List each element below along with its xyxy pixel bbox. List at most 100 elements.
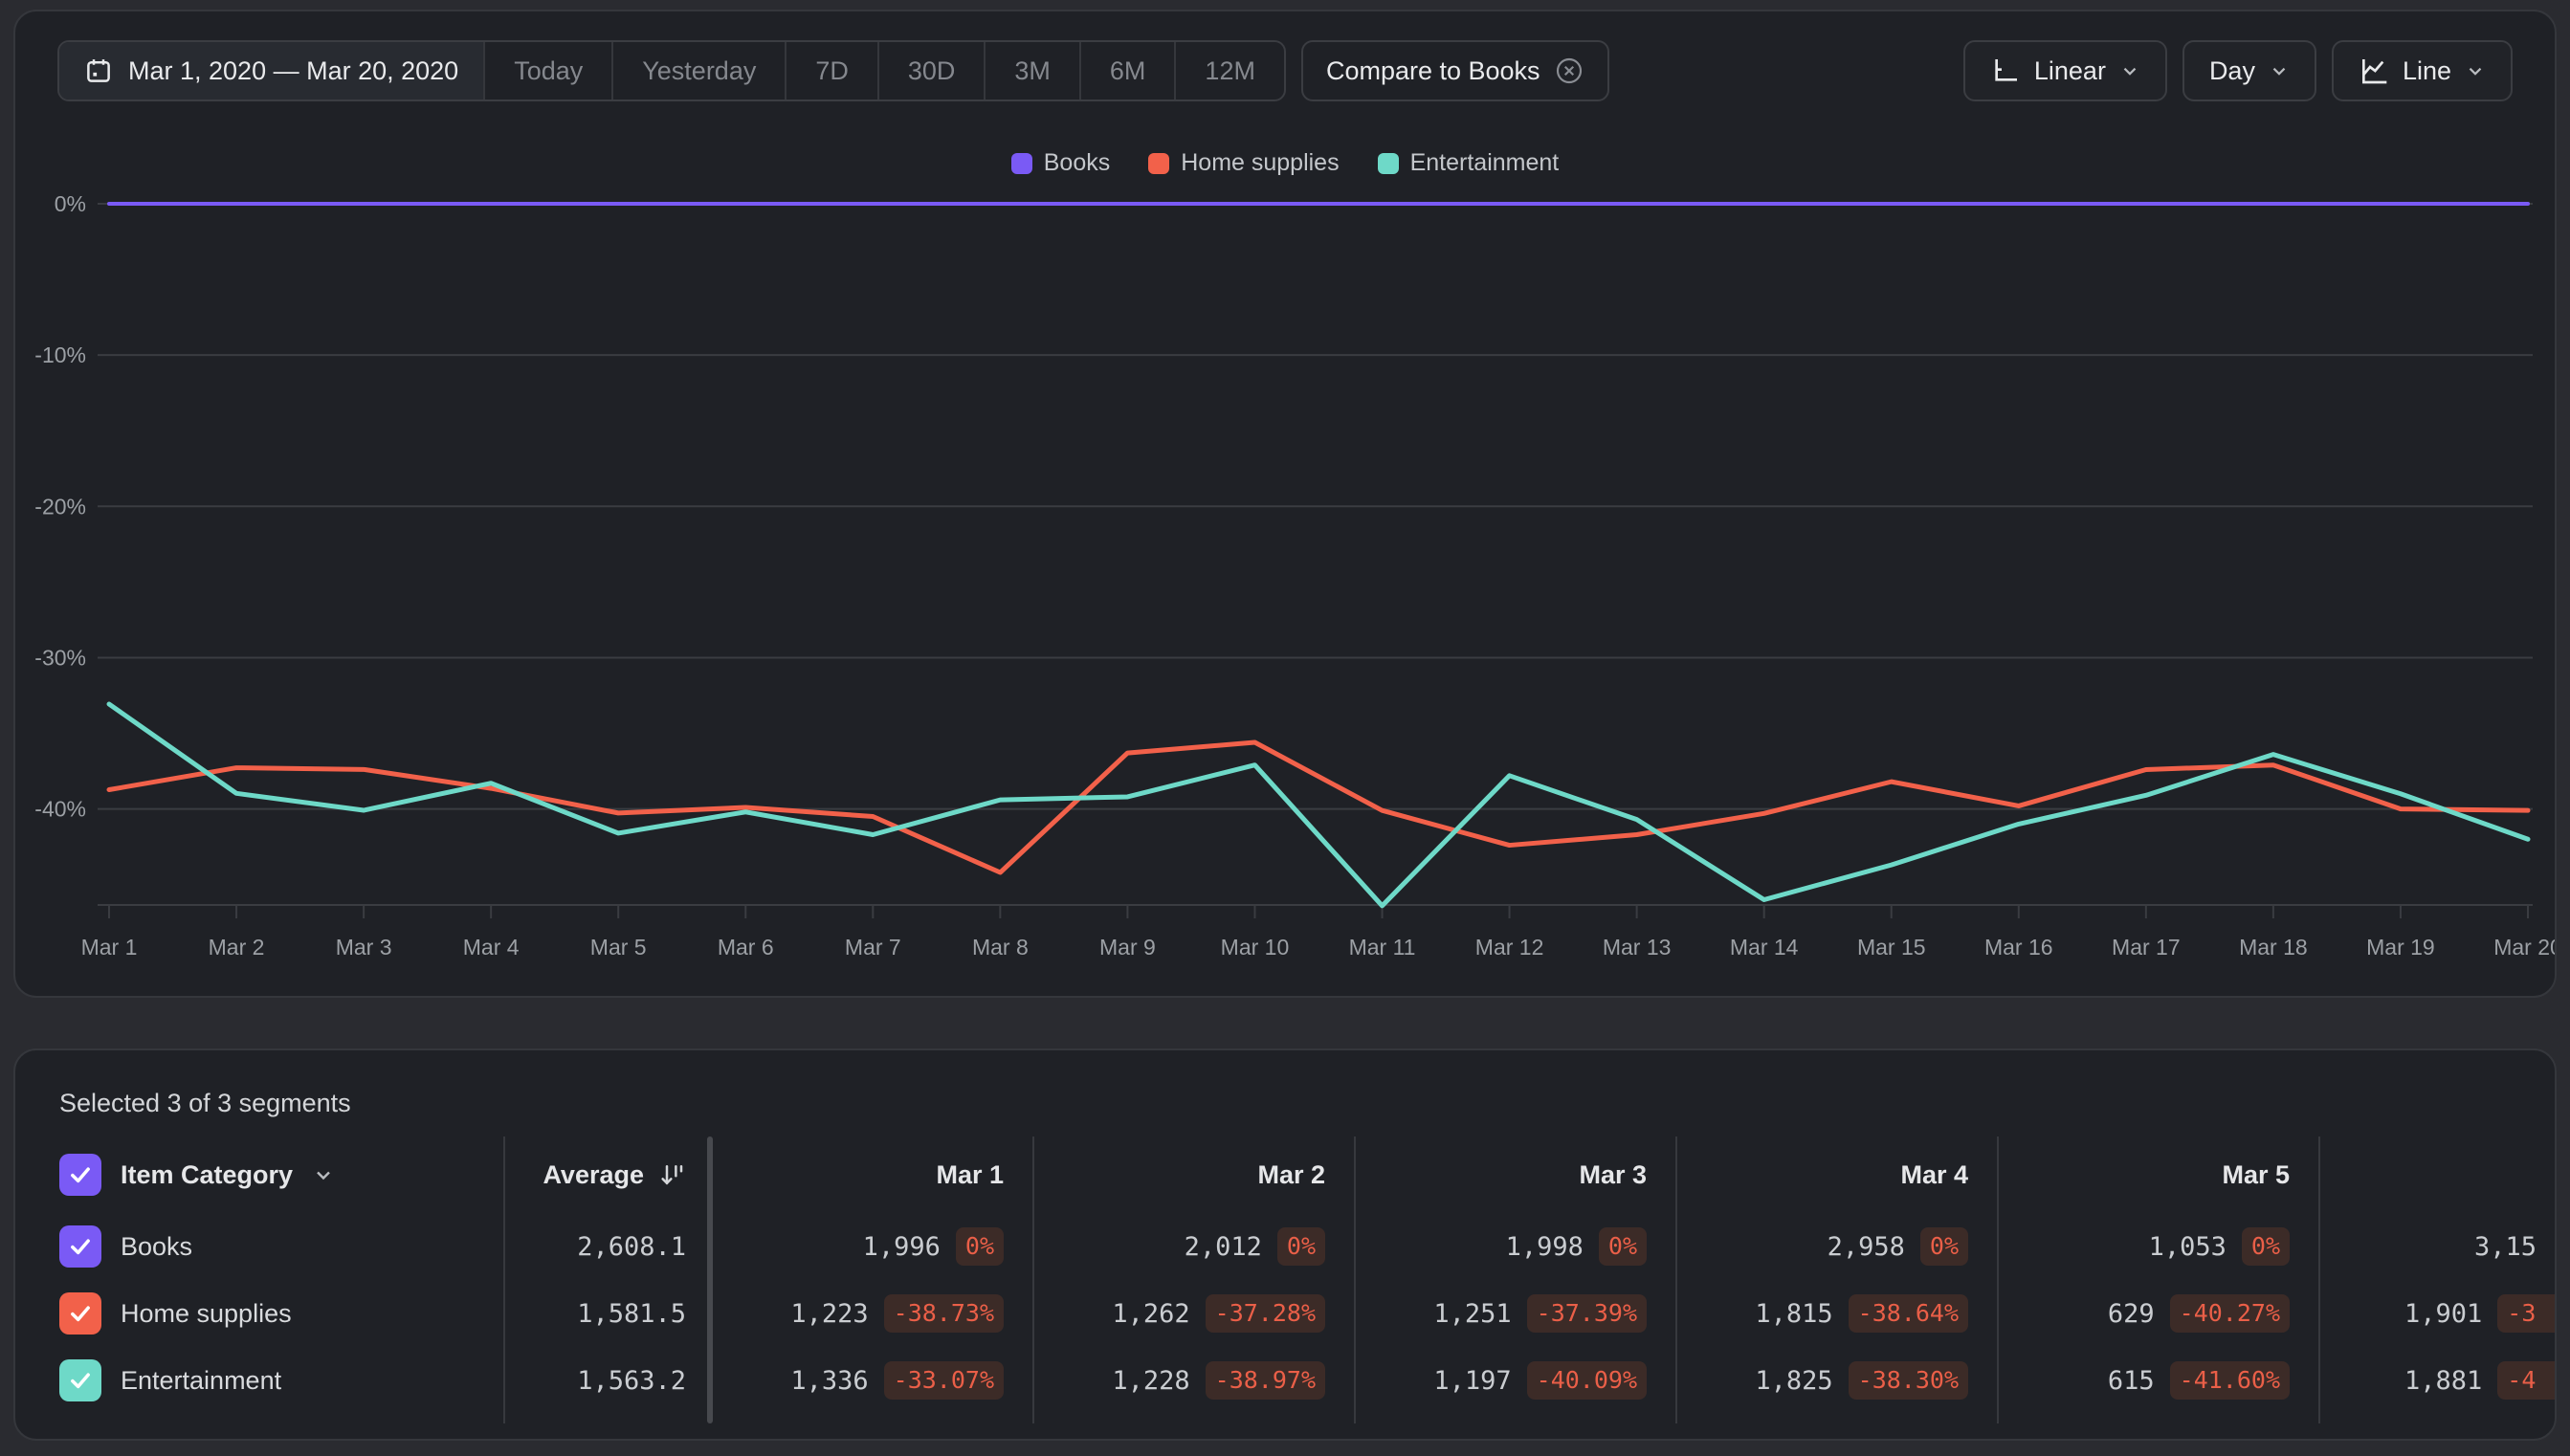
delta-badge: -38.97% xyxy=(1205,1361,1325,1400)
x-tick-label: Mar 7 xyxy=(845,935,901,960)
x-tick-label: Mar 11 xyxy=(1349,935,1416,960)
segments-table: Item Category Books Home supplies Entert… xyxy=(15,1136,2555,1423)
row-label: Home supplies xyxy=(121,1298,292,1328)
cell-value: 1,815 xyxy=(1755,1298,1833,1329)
cell-value: 629 xyxy=(2107,1298,2155,1329)
value-cell: 1,825 -38.30% xyxy=(1677,1347,1997,1414)
row-label: Books xyxy=(121,1231,193,1261)
average-header-label: Average xyxy=(543,1159,644,1189)
delta-badge: 0% xyxy=(2241,1227,2290,1266)
chevron-down-icon[interactable] xyxy=(312,1163,335,1186)
average-cell: 1,581.5 xyxy=(577,1298,686,1329)
average-header-cell[interactable]: Average xyxy=(505,1136,707,1213)
cell-value: 1,998 xyxy=(1505,1231,1584,1262)
average-cell: 2,608.1 xyxy=(577,1231,686,1262)
delta-badge: -41.60% xyxy=(2169,1361,2290,1400)
x-tick-label: Mar 13 xyxy=(1603,935,1672,960)
cell-value: 1,996 xyxy=(862,1231,941,1262)
select-all-checkbox[interactable] xyxy=(59,1154,101,1196)
cell-value: 1,901 xyxy=(2404,1298,2483,1329)
delta-badge: 0% xyxy=(955,1227,1004,1266)
x-tick-label: Mar 4 xyxy=(463,935,520,960)
value-cell: 1,996 0% xyxy=(713,1213,1032,1280)
date-column-mar-4: Mar 4 2,958 0% 1,815 -38.64% 1,825 -38.30% xyxy=(1677,1136,1999,1423)
cell-value: 1,251 xyxy=(1433,1298,1512,1329)
date-column-header: Mar 4 xyxy=(1900,1159,1968,1189)
y-tick-label: -10% xyxy=(34,342,86,367)
delta-badge: -4 xyxy=(2497,1361,2555,1400)
x-tick-label: Mar 17 xyxy=(2112,935,2181,960)
cell-value: 2,012 xyxy=(1184,1231,1262,1262)
x-tick-label: Mar 12 xyxy=(1475,935,1544,960)
value-cell: 629 -40.27% xyxy=(1999,1280,2318,1347)
cell-value: 1,197 xyxy=(1433,1365,1512,1396)
delta-badge: -40.27% xyxy=(2169,1294,2290,1333)
row-home-supplies: Home supplies xyxy=(59,1280,503,1347)
x-tick-label: Mar 18 xyxy=(2239,935,2308,960)
value-cell: 1,998 0% xyxy=(1356,1213,1675,1280)
series-line-home-supplies[interactable] xyxy=(106,739,2531,875)
y-tick-label: -20% xyxy=(34,494,86,518)
line-chart-plot: 0% -10% -20% -30% -40% Mar 1 Mar 2 Mar 3 Mar 4 Ma… xyxy=(34,191,2555,960)
cell-value: 1,053 xyxy=(2148,1231,2227,1262)
date-column-partial: 3,15 1,901 -3 1,881 -4 xyxy=(2320,1136,2555,1423)
date-column-header xyxy=(2320,1136,2555,1213)
delta-badge: 0% xyxy=(1598,1227,1647,1266)
date-column-mar-1: Mar 1 1,996 0% 1,223 -38.73% 1,336 -33.07% xyxy=(713,1136,1034,1423)
delta-badge: -38.73% xyxy=(883,1294,1004,1333)
delta-badge: -37.28% xyxy=(1205,1294,1325,1333)
chart-card: Mar 1, 2020 — Mar 20, 2020 Today Yesterda… xyxy=(13,10,2557,998)
category-header-cell: Item Category xyxy=(59,1136,503,1213)
cell-value: 1,223 xyxy=(790,1298,869,1329)
sort-descending-icon xyxy=(657,1160,686,1189)
value-cell: 1,262 -37.28% xyxy=(1034,1280,1354,1347)
category-header-label: Item Category xyxy=(121,1159,294,1189)
series-line-entertainment[interactable] xyxy=(106,701,2531,909)
x-tick-label: Mar 20 xyxy=(2493,935,2555,960)
date-column-header: Mar 5 xyxy=(2222,1159,2290,1189)
row-label: Entertainment xyxy=(121,1365,282,1395)
cell-value: 1,825 xyxy=(1755,1365,1833,1396)
date-column-header: Mar 1 xyxy=(936,1159,1004,1189)
x-tick-label: Mar 6 xyxy=(718,935,774,960)
delta-badge: 0% xyxy=(1276,1227,1325,1266)
row-entertainment: Entertainment xyxy=(59,1347,503,1414)
cell-value: 1,228 xyxy=(1112,1365,1190,1396)
date-column-header: Mar 2 xyxy=(1257,1159,1325,1189)
delta-badge: -38.30% xyxy=(1848,1361,1968,1400)
x-tick-label: Mar 14 xyxy=(1730,935,1799,960)
value-cell: 3,15 xyxy=(2320,1213,2555,1280)
x-tick-label: Mar 16 xyxy=(1984,935,2053,960)
home-supplies-checkbox[interactable] xyxy=(59,1292,101,1335)
value-cell: 1,228 -38.97% xyxy=(1034,1347,1354,1414)
cell-value: 1,262 xyxy=(1112,1298,1190,1329)
value-cell: 1,251 -37.39% xyxy=(1356,1280,1675,1347)
y-tick-label: 0% xyxy=(55,191,86,216)
x-tick-label: Mar 5 xyxy=(590,935,647,960)
value-cell: 1,881 -4 xyxy=(2320,1347,2555,1414)
category-column: Item Category Books Home supplies Entert… xyxy=(15,1136,503,1423)
delta-badge: -37.39% xyxy=(1526,1294,1647,1333)
segments-table-card: Selected 3 of 3 segments Item Category B… xyxy=(13,1048,2557,1441)
y-tick-label: -30% xyxy=(34,645,86,670)
cell-value: 3,15 xyxy=(2474,1231,2537,1262)
selected-segments-text: Selected 3 of 3 segments xyxy=(59,1089,351,1117)
value-cell: 1,901 -3 xyxy=(2320,1280,2555,1347)
cell-value: 1,336 xyxy=(790,1365,869,1396)
books-checkbox[interactable] xyxy=(59,1225,101,1268)
value-cell: 2,012 0% xyxy=(1034,1213,1354,1280)
value-cell: 1,053 0% xyxy=(1999,1213,2318,1280)
average-column: Average 2,608.1 1,581.5 1,563.2 xyxy=(503,1136,707,1423)
delta-badge: -38.64% xyxy=(1848,1294,1968,1333)
row-books: Books xyxy=(59,1213,503,1280)
y-tick-label: -40% xyxy=(34,797,86,822)
delta-badge: 0% xyxy=(1919,1227,1968,1266)
value-cell: 1,197 -40.09% xyxy=(1356,1347,1675,1414)
cell-value: 2,958 xyxy=(1827,1231,1905,1262)
x-tick-label: Mar 9 xyxy=(1099,935,1156,960)
entertainment-checkbox[interactable] xyxy=(59,1359,101,1401)
x-tick-label: Mar 8 xyxy=(972,935,1029,960)
x-tick-label: Mar 2 xyxy=(209,935,265,960)
delta-badge: -40.09% xyxy=(1526,1361,1647,1400)
cell-value: 615 xyxy=(2107,1365,2155,1396)
